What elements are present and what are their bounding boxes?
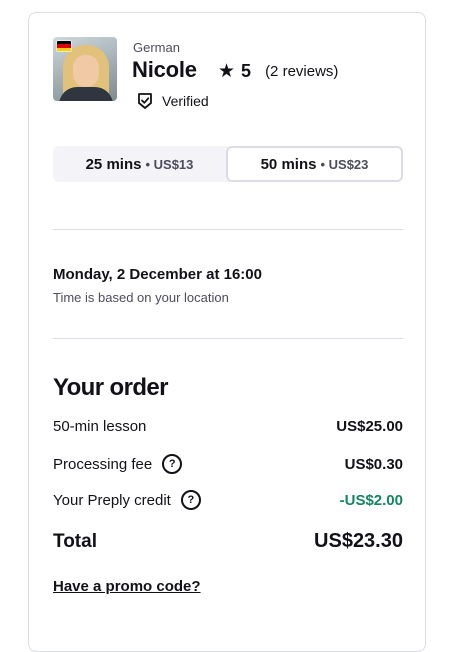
timezone-note: Time is based on your location (53, 290, 229, 305)
line-value: US$0.30 (344, 455, 403, 473)
line-value: -US$2.00 (339, 491, 403, 509)
line-value: US$25.00 (336, 418, 403, 435)
help-icon[interactable]: ? (180, 490, 201, 510)
lesson-duration-toggle: 25 mins • US$13 50 mins • US$23 (53, 146, 403, 182)
tutor-avatar (53, 37, 117, 101)
order-line-processing-fee: Processing fee ? US$0.30 (53, 454, 403, 474)
duration-option-25[interactable]: 25 mins • US$13 (53, 146, 226, 182)
line-label: Processing fee (53, 455, 153, 473)
duration-label: 50 mins (260, 155, 317, 173)
total-label: Total (53, 530, 97, 552)
divider (53, 338, 403, 339)
order-title: Your order (53, 374, 169, 401)
help-icon[interactable]: ? (162, 454, 183, 474)
total-value: US$23.30 (314, 530, 403, 552)
shield-check-icon (138, 93, 152, 109)
german-flag-icon (57, 41, 71, 51)
tutor-summary: German Nicole ★ 5 (2 reviews) Verified (53, 37, 403, 117)
duration-price: • US$23 (320, 156, 369, 172)
order-line-credit: Your Preply credit ? -US$2.00 (53, 490, 403, 510)
verified-badge: Verified (136, 92, 209, 110)
lesson-datetime: Monday, 2 December at 16:00 (53, 266, 262, 283)
rating-value: 5 (241, 61, 252, 81)
checkout-card: German Nicole ★ 5 (2 reviews) Verified 2… (28, 12, 426, 652)
order-line-lesson: 50-min lesson US$25.00 (53, 418, 403, 435)
review-count: (2 reviews) (265, 63, 339, 80)
duration-label: 25 mins (85, 155, 142, 173)
line-label: 50-min lesson (53, 418, 147, 435)
star-icon: ★ (218, 60, 236, 82)
duration-price: • US$13 (145, 156, 194, 172)
tutor-name: Nicole (132, 57, 197, 82)
order-total: Total US$23.30 (53, 530, 403, 553)
line-label: Your Preply credit (53, 491, 171, 509)
promo-code-link[interactable]: Have a promo code? (53, 578, 201, 595)
tutor-rating: ★ 5 (2 reviews) (218, 61, 338, 82)
verified-label: Verified (162, 93, 209, 109)
divider (53, 229, 403, 230)
tutor-language: German (133, 40, 180, 55)
duration-option-50[interactable]: 50 mins • US$23 (226, 146, 403, 182)
